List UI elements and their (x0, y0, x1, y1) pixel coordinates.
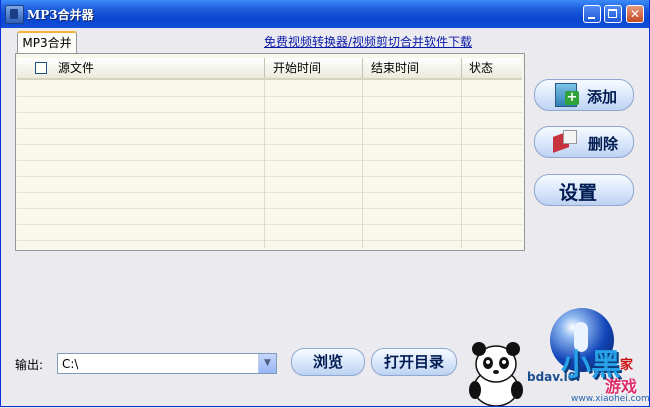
minimize-icon (588, 17, 595, 19)
add-file-icon (555, 83, 579, 107)
close-icon: ✕ (629, 7, 641, 21)
table-header: 源文件 开始时间 结束时间 状态 (17, 58, 522, 80)
column-header-status[interactable]: 状态 (469, 58, 493, 78)
table-row[interactable] (17, 129, 522, 145)
column-header-end-time[interactable]: 结束时间 (371, 58, 419, 78)
table-row[interactable] (17, 177, 522, 193)
app-icon (5, 5, 24, 24)
table-row[interactable] (17, 81, 522, 97)
table-row[interactable] (17, 193, 522, 209)
output-path-value: C:\ (62, 357, 79, 371)
add-button-label: 添加 (587, 88, 618, 106)
column-divider (362, 80, 363, 248)
watermark-home: 家 (620, 358, 634, 373)
table-row[interactable] (17, 161, 522, 177)
table-row[interactable] (17, 209, 522, 225)
panda-mascot-icon (469, 342, 523, 406)
main-window: MP3合并器 ✕ MP3合并 免费视频转换器/视频剪切合并软件下载 源文件 开始… (0, 0, 650, 407)
table-row[interactable] (17, 113, 522, 129)
file-list-panel: 源文件 开始时间 结束时间 状态 (15, 53, 525, 251)
column-divider (264, 80, 265, 248)
table-row[interactable] (17, 145, 522, 161)
title-bar[interactable]: MP3合并器 ✕ (1, 0, 649, 28)
browse-button[interactable]: 浏览 (291, 348, 365, 376)
table-row[interactable] (17, 225, 522, 241)
column-header-start-time[interactable]: 开始时间 (273, 58, 321, 78)
delete-button[interactable]: 删除 (534, 126, 634, 158)
chevron-down-icon[interactable]: ▼ (258, 354, 276, 373)
settings-button[interactable]: 设置 (534, 174, 634, 206)
delete-button-label: 删除 (588, 135, 619, 153)
settings-button-label: 设置 (559, 182, 598, 204)
column-divider (461, 80, 462, 248)
open-directory-button[interactable]: 打开目录 (371, 348, 457, 376)
maximize-button[interactable] (604, 5, 622, 23)
column-header-source[interactable]: 源文件 (58, 58, 94, 78)
maximize-icon (608, 9, 617, 18)
output-label: 输出: (15, 358, 44, 372)
delete-icon (553, 130, 577, 153)
watermark-domain: www.xiaohei.com (571, 394, 650, 404)
table-row[interactable] (17, 97, 522, 113)
output-path-select[interactable]: C:\ ▼ (57, 353, 277, 374)
close-button[interactable]: ✕ (626, 5, 644, 23)
tab-mp3-merge[interactable]: MP3合并 (17, 31, 77, 55)
add-button[interactable]: 添加 (534, 79, 634, 111)
minimize-button[interactable] (583, 5, 601, 23)
window-title: MP3合并器 (27, 8, 94, 22)
promo-link[interactable]: 免费视频转换器/视频剪切合并软件下载 (264, 33, 472, 50)
